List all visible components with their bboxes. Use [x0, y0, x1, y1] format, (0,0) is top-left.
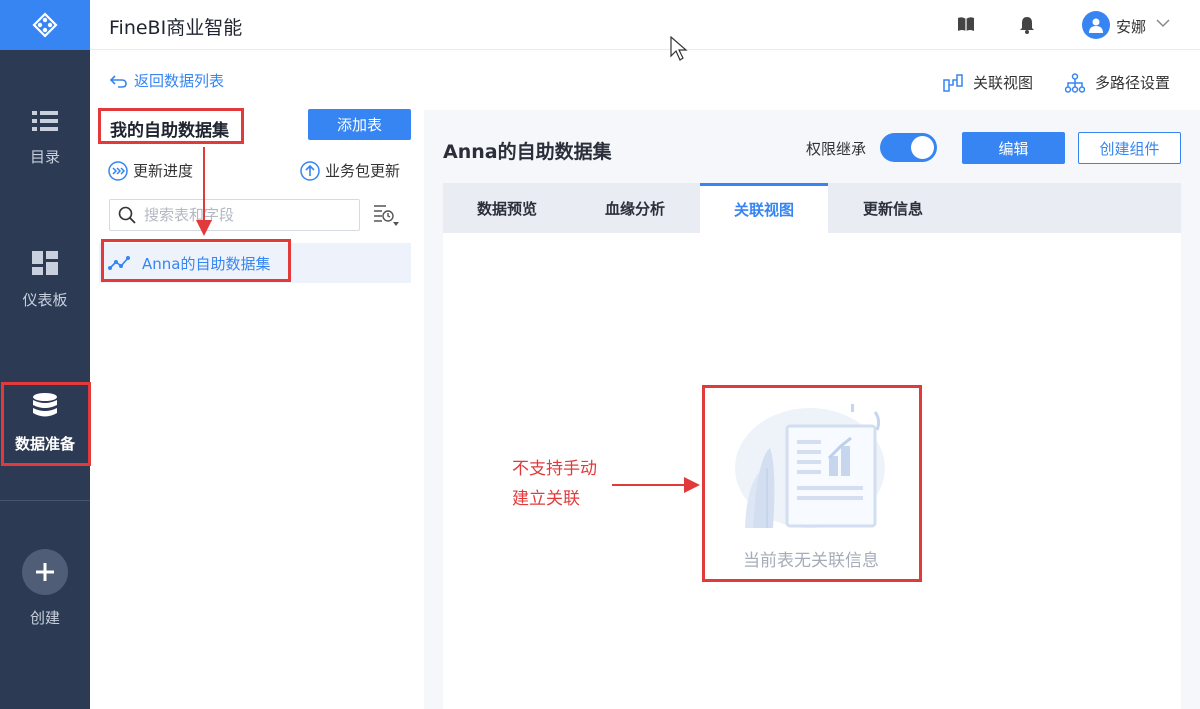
package-update-link[interactable]: 业务包更新	[300, 160, 400, 181]
annotation-text: 不支持手动 建立关联	[512, 454, 597, 514]
avatar[interactable]	[1082, 11, 1110, 39]
annotation-box-dataset-item	[101, 239, 291, 282]
nav-item-create[interactable]: 创建	[0, 549, 90, 628]
annotation-box-group-title	[98, 108, 244, 144]
bell-icon[interactable]	[1019, 16, 1035, 34]
back-arrow-icon	[110, 74, 127, 88]
user-icon	[1089, 18, 1103, 33]
relation-view-link[interactable]: 关联视图	[943, 72, 1033, 93]
update-progress-label: 更新进度	[133, 162, 194, 180]
hierarchy-icon	[1065, 72, 1085, 93]
plus-icon	[36, 563, 54, 581]
nav-item-label: 仪表板	[22, 291, 68, 309]
left-nav: 目录 仪表板 数据准备 创建	[0, 0, 90, 709]
nav-item-label: 目录	[29, 148, 60, 166]
app-title: FineBI商业智能	[109, 17, 243, 39]
user-name[interactable]: 安娜	[1116, 16, 1146, 37]
relation-view-icon	[943, 73, 963, 92]
tab-relation-view[interactable]: 关联视图	[700, 183, 828, 233]
create-circle[interactable]	[22, 549, 68, 595]
chevron-down-icon[interactable]	[1156, 18, 1170, 28]
nav-item-label: 创建	[29, 609, 60, 627]
permission-inherit-toggle[interactable]	[880, 133, 937, 162]
back-link-label: 返回数据列表	[134, 72, 225, 90]
relation-view-label: 关联视图	[973, 74, 1034, 92]
annotation-box-nav-data-prep	[1, 382, 91, 466]
create-component-button[interactable]: 创建组件	[1078, 132, 1181, 164]
book-icon[interactable]	[957, 16, 975, 32]
filter-sort-icon[interactable]	[372, 202, 400, 228]
search-icon	[118, 206, 136, 224]
tab-bar: 数据预览 血缘分析 关联视图 更新信息	[443, 183, 1181, 233]
permission-inherit-label: 权限继承	[806, 140, 867, 158]
dataset-panel	[90, 50, 424, 709]
tab-data-preview[interactable]: 数据预览	[443, 183, 571, 233]
search-box[interactable]	[109, 199, 360, 231]
nav-item-catalog[interactable]: 目录	[0, 110, 90, 167]
add-table-button[interactable]: 添加表	[308, 109, 411, 140]
update-progress-link[interactable]: 更新进度	[108, 160, 193, 181]
search-input[interactable]	[144, 206, 344, 224]
annotation-line-1: 不支持手动	[512, 459, 597, 479]
nav-divider	[0, 500, 90, 501]
fine-logo-icon[interactable]	[0, 0, 90, 50]
tab-lineage-analysis[interactable]: 血缘分析	[571, 183, 699, 233]
dataset-title: Anna的自助数据集	[443, 141, 612, 163]
back-to-list-link[interactable]: 返回数据列表	[110, 70, 224, 91]
annotation-line-2: 建立关联	[512, 489, 580, 509]
edit-button[interactable]: 编辑	[962, 132, 1065, 164]
annotation-box-empty-state	[702, 385, 922, 582]
multipath-settings-label: 多路径设置	[1095, 74, 1171, 92]
multipath-settings-link[interactable]: 多路径设置	[1065, 72, 1170, 93]
mouse-cursor-icon	[670, 36, 688, 61]
list-icon	[32, 111, 58, 131]
tab-update-info[interactable]: 更新信息	[829, 183, 957, 233]
nav-item-dashboard[interactable]: 仪表板	[0, 251, 90, 310]
progress-icon	[108, 160, 128, 181]
top-bar: FineBI商业智能 安娜	[90, 0, 1200, 50]
upload-circle-icon	[300, 160, 320, 181]
toggle-knob	[911, 136, 934, 159]
dashboard-icon	[32, 251, 58, 275]
package-update-label: 业务包更新	[325, 162, 401, 180]
